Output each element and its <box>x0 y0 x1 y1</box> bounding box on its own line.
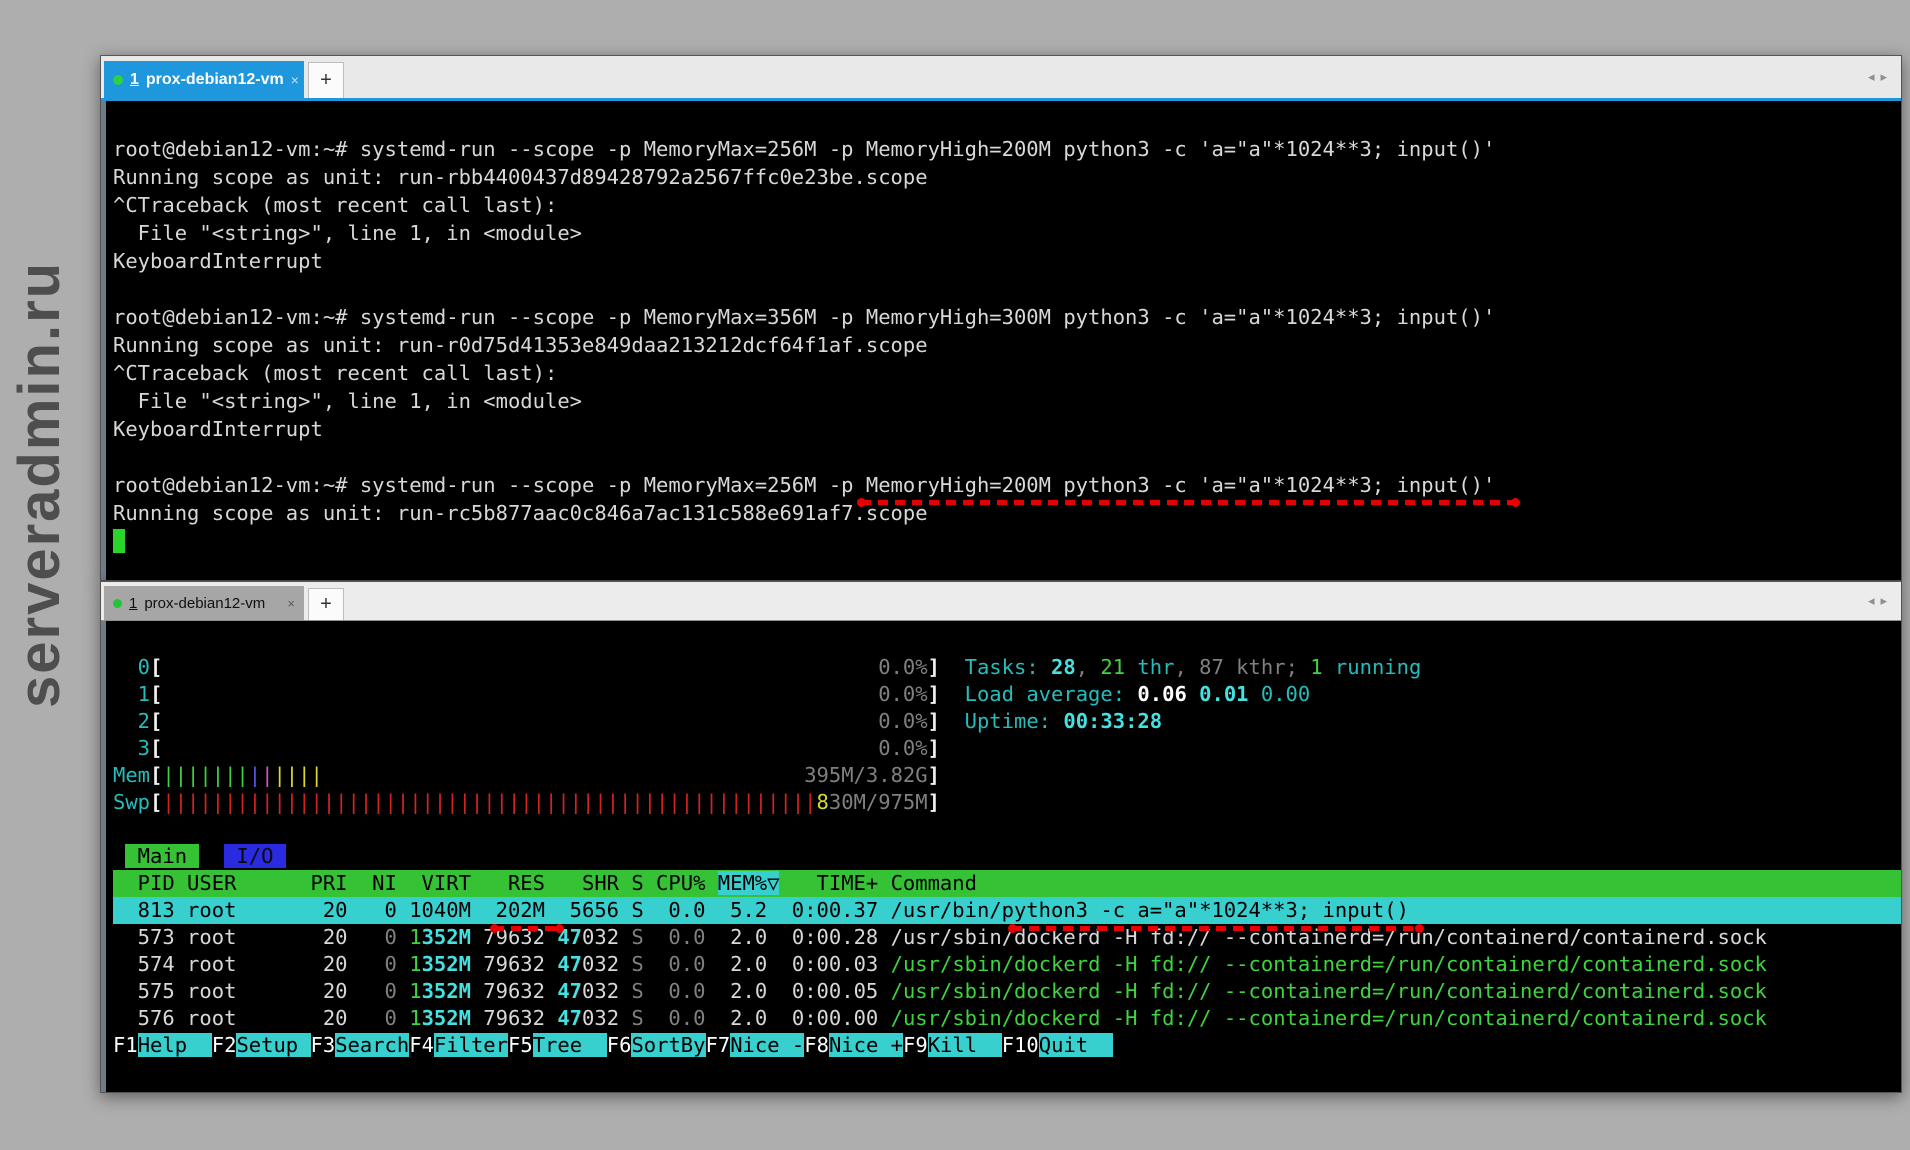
scroll-right-icon[interactable]: ▸ <box>1880 593 1893 608</box>
session-status-dot-icon <box>113 75 123 85</box>
tab-title: prox-debian12-vm <box>144 595 265 612</box>
terminal-line: KeyboardInterrupt <box>113 415 1901 443</box>
scroll-left-icon[interactable]: ◂ <box>1868 593 1881 608</box>
process-row: 573 root 20 0 1352M 79632 47032 S 0.0 2.… <box>113 924 1901 951</box>
terminal-line <box>113 816 1901 843</box>
process-row: 574 root 20 0 1352M 79632 47032 S 0.0 2.… <box>113 951 1901 978</box>
tab-scroll-arrows[interactable]: ◂▸ <box>1868 69 1893 85</box>
function-key-bar: F1Help F2Setup F3SearchF4FilterF5Tree F6… <box>113 1032 1901 1059</box>
terminal-line: KeyboardInterrupt <box>113 247 1901 275</box>
annotation-underline-res-value <box>494 926 560 931</box>
cpu-meter-3: 3[ 0.0%] <box>113 735 1901 762</box>
desktop: serveradmin.ru 1 prox-debian12-vm × + ◂▸… <box>0 0 1910 1150</box>
cpu-meter-1: 1[ 0.0%] Load average: 0.06 0.01 0.00 <box>113 681 1901 708</box>
swap-meter: Swp[||||||||||||||||||||||||||||||||||||… <box>113 789 1901 816</box>
tab-scroll-arrows[interactable]: ◂▸ <box>1868 593 1893 609</box>
process-row: 576 root 20 0 1352M 79632 47032 S 0.0 2.… <box>113 1005 1901 1032</box>
tab-prox-debian12-vm-inactive[interactable]: 1 prox-debian12-vm × <box>104 586 304 620</box>
scroll-left-icon[interactable]: ◂ <box>1868 69 1881 84</box>
cursor-line <box>113 527 1901 555</box>
terminal-output-systemd-run[interactable]: root@debian12-vm:~# systemd-run --scope … <box>101 101 1901 580</box>
terminal-line: Running scope as unit: run-rbb4400437d89… <box>113 163 1901 191</box>
tab-close-icon[interactable]: × <box>287 596 295 611</box>
cpu-meter-2: 2[ 0.0%] Uptime: 00:33:28 <box>113 708 1901 735</box>
process-row-selected: 813 root 20 0 1040M 202M 5656 S 0.0 5.2 … <box>113 897 1901 924</box>
tab-index: 1 <box>130 71 139 89</box>
terminal-line: root@debian12-vm:~# systemd-run --scope … <box>113 135 1901 163</box>
process-row: 575 root 20 0 1352M 79632 47032 S 0.0 2.… <box>113 978 1901 1005</box>
terminal-line: root@debian12-vm:~# systemd-run --scope … <box>113 303 1901 331</box>
terminal-output-htop[interactable]: 0[ 0.0%] Tasks: 28, 21 thr, 87 kthr; 1 r… <box>101 621 1901 1092</box>
terminal-window-bottom: 1 prox-debian12-vm × + ◂▸ 0[ 0.0%] Tasks… <box>100 581 1902 1093</box>
terminal-line: root@debian12-vm:~# systemd-run --scope … <box>113 471 1901 499</box>
terminal-line <box>113 275 1901 303</box>
new-tab-button[interactable]: + <box>308 62 344 98</box>
process-table-header: PID USER PRI NI VIRT RES SHR S CPU% MEM%… <box>113 870 1901 897</box>
terminal-line: ^CTraceback (most recent call last): <box>113 191 1901 219</box>
terminal-line: File "<string>", line 1, in <module> <box>113 219 1901 247</box>
tab-prox-debian12-vm[interactable]: 1 prox-debian12-vm × <box>104 61 304 98</box>
annotation-underline-python-command <box>1012 926 1420 931</box>
tab-index: 1 <box>129 595 137 612</box>
tab-bar-bottom: 1 prox-debian12-vm × + ◂▸ <box>101 582 1901 621</box>
terminal-line <box>113 443 1901 471</box>
tab-bar-top: 1 prox-debian12-vm × + ◂▸ <box>101 56 1901 101</box>
tab-close-icon[interactable]: × <box>291 72 299 88</box>
annotation-underline-command <box>861 500 1516 505</box>
terminal-line: Running scope as unit: run-r0d75d41353e8… <box>113 331 1901 359</box>
screen-tabs: Main I/O <box>113 843 1901 870</box>
new-tab-button[interactable]: + <box>308 588 344 620</box>
watermark: serveradmin.ru <box>6 248 73 708</box>
scroll-right-icon[interactable]: ▸ <box>1880 69 1893 84</box>
session-status-dot-icon <box>113 599 122 608</box>
terminal-line: File "<string>", line 1, in <module> <box>113 387 1901 415</box>
terminal-line: ^CTraceback (most recent call last): <box>113 359 1901 387</box>
cpu-meter-0: 0[ 0.0%] Tasks: 28, 21 thr, 87 kthr; 1 r… <box>113 654 1901 681</box>
tab-title: prox-debian12-vm <box>146 71 284 89</box>
memory-meter: Mem[||||||||||||| 395M/3.82G] <box>113 762 1901 789</box>
